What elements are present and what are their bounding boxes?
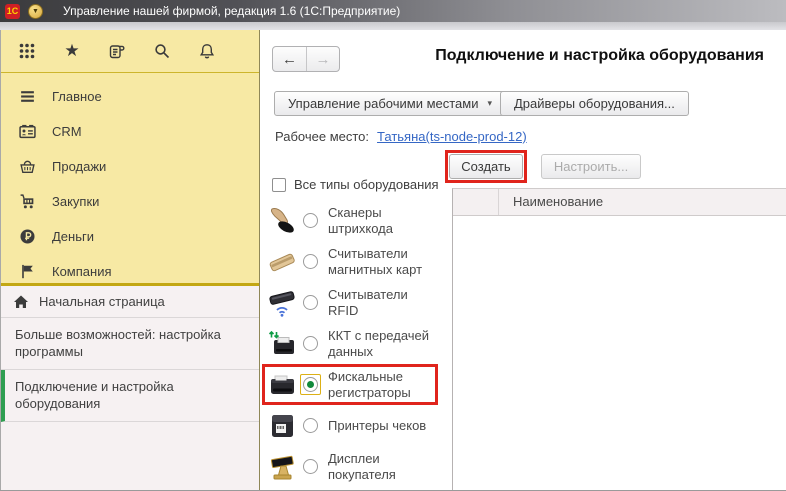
sidebar-page-label: Начальная страница — [39, 294, 165, 309]
fiscal-registrar-icon — [266, 370, 298, 400]
main-menu-button[interactable]: ▼ — [28, 3, 43, 19]
sales-basket-icon — [20, 160, 35, 174]
chevron-down-icon: ▾ — [487, 98, 493, 108]
sidebar-item-label: Главное — [52, 89, 102, 104]
sidebar-page-label: Больше возможностей: настройка программы — [15, 327, 221, 359]
sidebar: ★ Главное CRM Продажи Закупки Деньги Ком… — [0, 30, 260, 490]
sidebar-item-label: Продажи — [52, 159, 107, 174]
all-types-checkbox[interactable] — [272, 177, 286, 192]
rfid-reader-icon — [266, 288, 298, 318]
equipment-row-customer-displays[interactable]: Дисплеи покупателя — [266, 446, 448, 487]
history-nav: ← → — [272, 46, 340, 72]
customer-display-icon — [266, 452, 298, 482]
table-header-name-column: Наименование — [513, 194, 604, 209]
create-button[interactable]: Создать — [449, 154, 523, 179]
home-icon — [14, 295, 28, 308]
drivers-button-label: Драйверы оборудования... — [514, 96, 675, 111]
sidebar-item-label: Деньги — [52, 229, 94, 244]
barcode-scanner-icon — [266, 206, 298, 236]
equipment-label: ККТ с передачей данных — [328, 327, 430, 359]
equipment-table-header: Наименование — [453, 189, 786, 216]
notifications-bell-icon[interactable] — [197, 41, 217, 61]
sidebar-page-settings[interactable]: Больше возможностей: настройка программы — [1, 318, 259, 370]
workplaces-dropdown-button[interactable]: Управление рабочими местами ▾ — [274, 91, 507, 116]
sidebar-item-label: CRM — [52, 124, 82, 139]
equipment-label: Считыватели магнитных карт — [328, 245, 423, 277]
equipment-row-rfid-readers[interactable]: Считыватели RFID — [266, 282, 448, 323]
equipment-row-barcode-scanners[interactable]: Сканеры штрихкода — [266, 200, 448, 241]
sidebar-pages: Начальная страница Больше возможностей: … — [1, 286, 259, 490]
forward-button[interactable]: → — [306, 47, 339, 71]
workplace-link[interactable]: Татьяна(ts-node-prod-12) — [377, 129, 527, 144]
drivers-button[interactable]: Драйверы оборудования... — [500, 91, 689, 116]
favorites-star-icon[interactable]: ★ — [62, 41, 82, 61]
company-flag-icon — [22, 264, 33, 279]
crm-card-icon — [19, 124, 36, 139]
sidebar-item-glavnoe[interactable]: Главное — [1, 79, 259, 114]
configure-button[interactable]: Настроить... — [541, 154, 641, 179]
equipment-label: Дисплеи покупателя — [328, 450, 396, 482]
sidebar-toolbar: ★ — [1, 30, 259, 73]
kkt-data-transfer-icon — [266, 329, 298, 359]
apps-grid-icon[interactable] — [17, 41, 37, 61]
sidebar-item-zakupki[interactable]: Закупки — [1, 184, 259, 219]
1c-logo-icon: 1С — [5, 3, 20, 19]
receipt-printer-icon — [266, 411, 298, 441]
sidebar-item-crm[interactable]: CRM — [1, 114, 259, 149]
all-types-checkbox-row: Все типы оборудования — [272, 177, 439, 192]
table-header-select-column — [453, 189, 499, 215]
radio-kkt[interactable] — [302, 336, 318, 351]
radio-barcode-scanners[interactable] — [302, 213, 318, 228]
sidebar-item-dengi[interactable]: Деньги — [1, 219, 259, 254]
sidebar-filler — [1, 422, 259, 490]
window-title: Управление нашей фирмой, редакция 1.6 (1… — [63, 4, 401, 18]
window-titlebar: 1С ▼ Управление нашей фирмой, редакция 1… — [0, 0, 786, 22]
money-ruble-icon — [20, 229, 35, 244]
main-panel: ← → Подключение и настройка оборудования… — [260, 30, 786, 490]
equipment-label: Сканеры штрихкода — [328, 204, 393, 236]
menu-circle-arrow-icon: ▼ — [32, 7, 39, 15]
equipment-table-body[interactable] — [453, 216, 786, 490]
sidebar-menu: Главное CRM Продажи Закупки Деньги Компа… — [1, 73, 259, 289]
equipment-row-fiscal-registrars[interactable]: Фискальные регистраторы — [266, 364, 448, 405]
workplaces-dropdown-label: Управление рабочими местами — [288, 96, 479, 111]
equipment-row-receipt-printers[interactable]: Принтеры чеков — [266, 405, 448, 446]
sidebar-item-label: Закупки — [52, 194, 100, 209]
radio-customer-displays[interactable] — [302, 459, 318, 474]
purchases-cart-icon — [20, 194, 34, 209]
page-title: Подключение и настройка оборудования — [435, 47, 764, 64]
sidebar-sections: ★ Главное CRM Продажи Закупки Деньги Ком… — [1, 30, 259, 283]
sidebar-page-label: Подключение и настройка оборудования — [15, 379, 174, 411]
radio-card-readers[interactable] — [302, 254, 318, 269]
equipment-label: Считыватели RFID — [328, 286, 408, 318]
equipment-label: Принтеры чеков — [328, 417, 427, 433]
radio-selected-dot — [306, 381, 314, 388]
magnetic-card-reader-icon — [266, 247, 298, 277]
sidebar-page-home[interactable]: Начальная страница — [1, 286, 259, 318]
sidebar-item-prodazhi[interactable]: Продажи — [1, 149, 259, 184]
radio-receipt-printers[interactable] — [302, 418, 318, 433]
history-scroll-icon[interactable] — [107, 41, 127, 61]
menu-lines-icon — [21, 91, 34, 102]
equipment-label: Фискальные регистраторы — [328, 368, 411, 400]
all-types-label: Все типы оборудования — [294, 177, 439, 192]
radio-fiscal-registrars[interactable] — [302, 377, 318, 392]
create-button-annotation: Создать — [445, 150, 527, 183]
back-button[interactable]: ← — [273, 47, 306, 71]
equipment-type-list: Сканеры штрихкода Считыватели магнитных … — [266, 200, 448, 487]
radio-rfid-readers[interactable] — [302, 295, 318, 310]
titlebar-substrip — [0, 22, 786, 30]
star-glyph: ★ — [64, 41, 80, 60]
search-icon[interactable] — [152, 41, 172, 61]
workplace-row: Рабочее место: Татьяна(ts-node-prod-12) — [275, 129, 527, 144]
workplace-label: Рабочее место: — [275, 129, 370, 144]
equipment-row-card-readers[interactable]: Считыватели магнитных карт — [266, 241, 448, 282]
sidebar-page-equipment[interactable]: Подключение и настройка оборудования — [1, 370, 259, 422]
equipment-row-kkt[interactable]: ККТ с передачей данных — [266, 323, 448, 364]
equipment-table: Наименование — [452, 188, 786, 490]
sidebar-item-label: Компания — [52, 264, 112, 279]
radio-focus-frame — [299, 374, 321, 395]
